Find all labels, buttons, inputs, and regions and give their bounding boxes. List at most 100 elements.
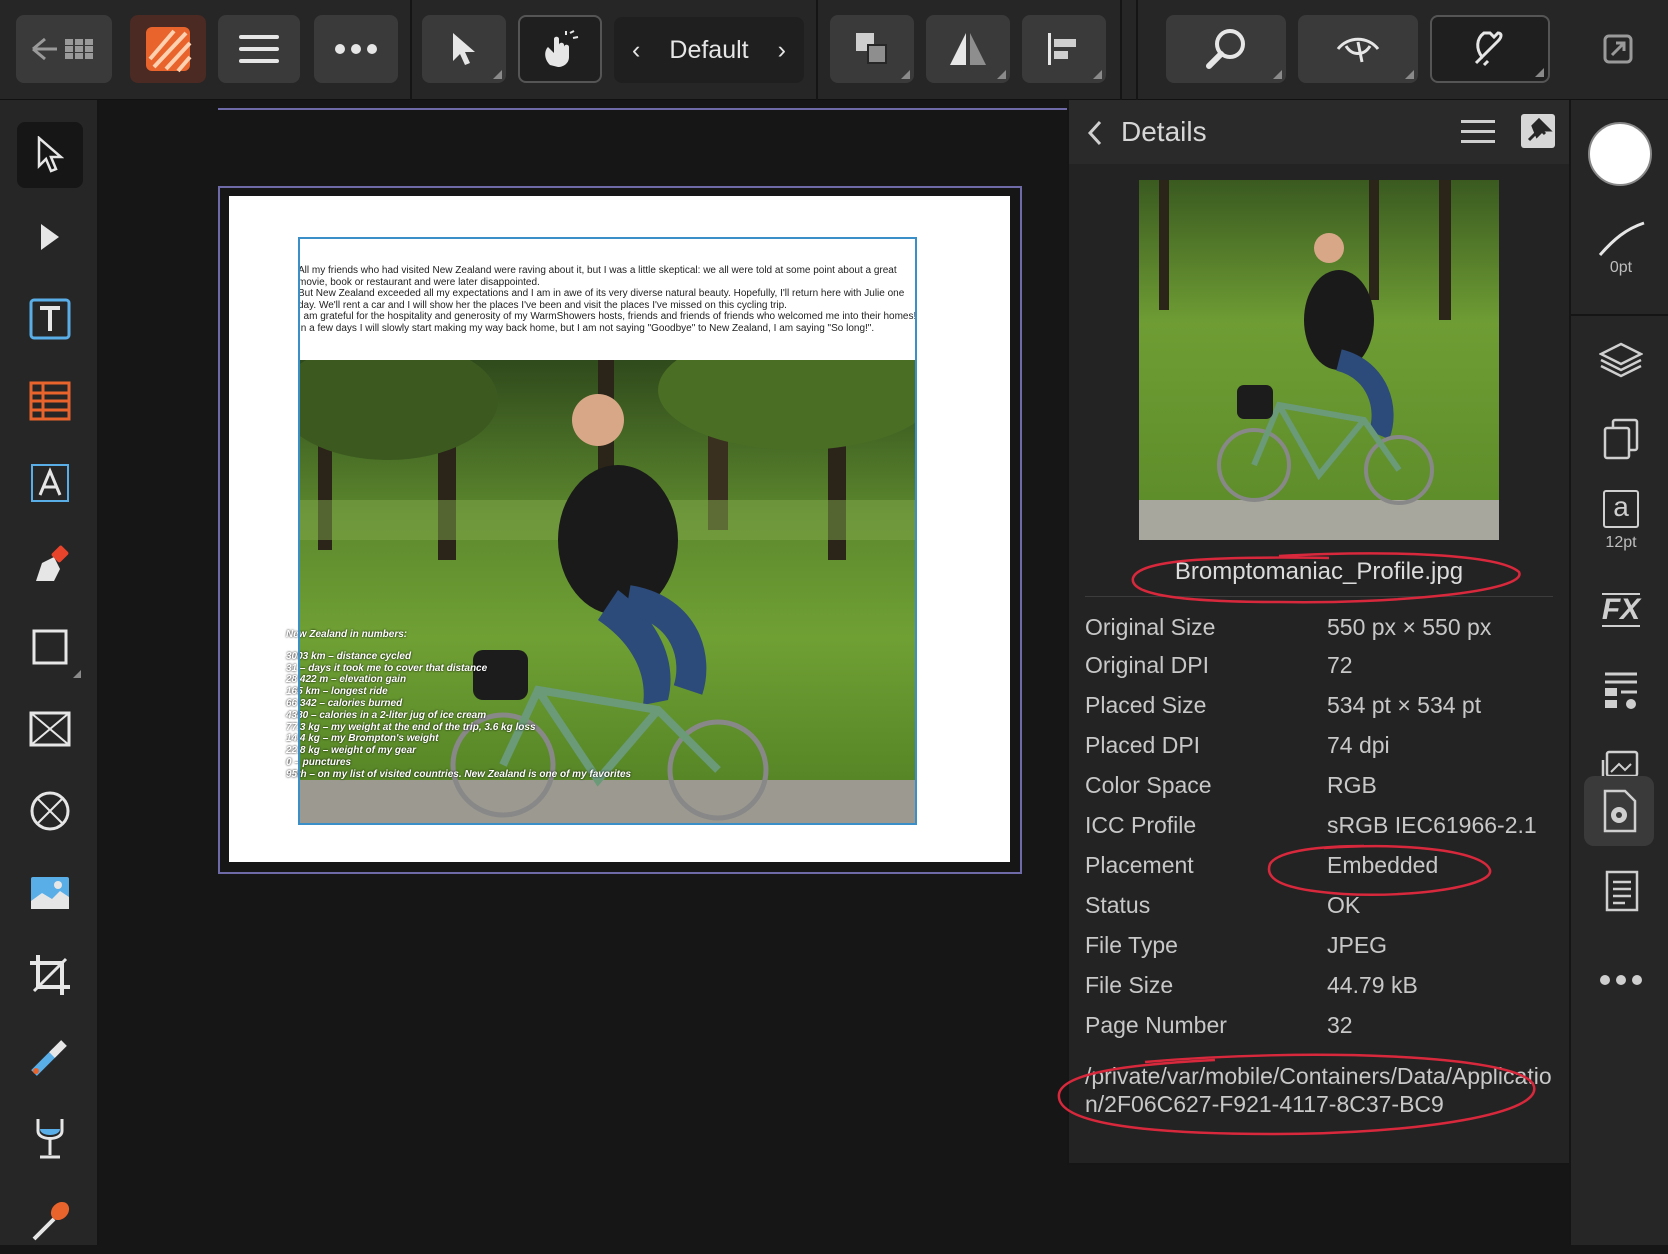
more-options-button[interactable] bbox=[314, 15, 398, 83]
stroke-width-control[interactable]: 0pt bbox=[1591, 208, 1651, 288]
studio-panel-bar: 0pt a 12pt FX bbox=[1569, 100, 1668, 1245]
brush-stroke-icon bbox=[1598, 221, 1645, 256]
row-key: Placement bbox=[1085, 852, 1194, 878]
artistic-text-icon bbox=[31, 464, 69, 502]
align-button[interactable] bbox=[1022, 15, 1106, 83]
text-size-label: 12pt bbox=[1605, 534, 1637, 551]
picture-frame-ellipse-tool[interactable] bbox=[17, 778, 83, 844]
fill-tool[interactable] bbox=[17, 1106, 83, 1172]
row-key: Page Number bbox=[1085, 1012, 1227, 1038]
table-icon bbox=[29, 381, 71, 421]
row-key: Original Size bbox=[1085, 614, 1216, 640]
pen-nib-icon bbox=[36, 545, 69, 581]
tools-panel bbox=[0, 100, 99, 1245]
chevron-right-icon[interactable]: › bbox=[778, 36, 786, 65]
pages-panel-button[interactable] bbox=[1591, 410, 1651, 470]
back-chevron-icon[interactable] bbox=[1087, 120, 1103, 146]
row-key: ICC Profile bbox=[1085, 812, 1197, 838]
row-value: OK bbox=[1327, 892, 1361, 918]
app-logo-button[interactable] bbox=[130, 15, 206, 83]
details-row: Original DPI 72 bbox=[1085, 652, 1555, 688]
details-row: Status OK bbox=[1085, 892, 1555, 928]
text-frame-icon bbox=[29, 298, 71, 340]
move-mode-button[interactable] bbox=[422, 15, 506, 83]
node-tool-arrow-icon bbox=[41, 224, 59, 250]
persona-switcher[interactable]: ‹ Default › bbox=[614, 17, 804, 83]
table-tool[interactable] bbox=[17, 368, 83, 434]
fx-panel-button[interactable]: FX bbox=[1591, 580, 1651, 640]
row-value: 74 dpi bbox=[1327, 732, 1390, 758]
layers-panel-button[interactable] bbox=[1591, 330, 1651, 390]
fullscreen-button[interactable] bbox=[1578, 15, 1658, 83]
details-title: Details bbox=[1121, 116, 1207, 147]
picture-frame-ellipse-icon bbox=[30, 791, 70, 831]
more-panels-button[interactable] bbox=[1591, 950, 1651, 1010]
resource-file-name: Bromptomaniac_Profile.jpg bbox=[1174, 558, 1464, 585]
eye-preview-icon bbox=[1336, 37, 1380, 63]
pen-tool[interactable] bbox=[17, 532, 83, 598]
pin-icon bbox=[1527, 117, 1553, 142]
details-row: Placed Size 534 pt × 534 pt bbox=[1085, 692, 1555, 728]
document-setup-button-active[interactable] bbox=[1584, 776, 1654, 846]
pages-icon bbox=[1603, 418, 1639, 460]
details-row: File Type JPEG bbox=[1085, 932, 1555, 968]
details-row: Color Space RGB bbox=[1085, 772, 1555, 808]
node-tool[interactable] bbox=[17, 204, 83, 270]
color-picker-icon bbox=[31, 1040, 67, 1076]
move-tool[interactable] bbox=[17, 122, 83, 188]
row-value: 44.79 kB bbox=[1327, 972, 1418, 998]
character-panel-button[interactable]: a 12pt bbox=[1591, 490, 1651, 560]
row-value: Embedded bbox=[1327, 852, 1439, 878]
row-value: sRGB IEC61966-2.1 bbox=[1327, 812, 1537, 838]
details-row: ICC Profile sRGB IEC61966-2.1 bbox=[1085, 812, 1555, 848]
row-key: File Type bbox=[1085, 932, 1178, 958]
arrange-button[interactable] bbox=[830, 15, 914, 83]
row-value: 550 px × 550 px bbox=[1327, 614, 1492, 640]
text-frame-panel-button[interactable] bbox=[1591, 862, 1651, 922]
panel-menu-icon[interactable] bbox=[1461, 118, 1495, 146]
flip-button[interactable] bbox=[926, 15, 1010, 83]
selected-frame-outline bbox=[298, 237, 917, 825]
frame-text-tool[interactable] bbox=[17, 286, 83, 352]
details-row: Placed DPI 74 dpi bbox=[1085, 732, 1555, 768]
hamburger-menu-icon bbox=[239, 35, 279, 63]
more-ellipsis-icon bbox=[1600, 975, 1642, 985]
artistic-text-tool[interactable] bbox=[17, 450, 83, 516]
magnet-snapping-icon bbox=[1474, 31, 1503, 67]
persona-label: Default bbox=[669, 35, 749, 64]
stroke-width-label: 0pt bbox=[1609, 259, 1633, 276]
menu-button[interactable] bbox=[218, 15, 300, 83]
rectangle-tool[interactable] bbox=[17, 614, 83, 680]
details-divider bbox=[1085, 596, 1553, 597]
gesture-mode-button[interactable] bbox=[518, 15, 602, 83]
magnifier-icon bbox=[1206, 29, 1245, 69]
expand-icon bbox=[1603, 34, 1633, 64]
back-grid-icon bbox=[32, 37, 93, 61]
previous-spread-edge bbox=[218, 100, 1070, 110]
snapping-button[interactable] bbox=[1430, 15, 1550, 83]
color-picker-tool[interactable] bbox=[17, 1024, 83, 1090]
cyclist-thumbnail-image bbox=[1139, 180, 1499, 540]
chevron-left-icon[interactable]: ‹ bbox=[632, 36, 640, 65]
crop-tool[interactable] bbox=[17, 942, 83, 1008]
back-to-home-button[interactable] bbox=[16, 15, 112, 83]
landscape-image-icon bbox=[31, 877, 69, 909]
row-value: 72 bbox=[1327, 652, 1353, 678]
view-mode-button[interactable] bbox=[1298, 15, 1418, 83]
zoom-button[interactable] bbox=[1166, 15, 1286, 83]
document-canvas[interactable]: All my friends who had visited New Zeala… bbox=[101, 100, 1070, 1245]
pin-button[interactable] bbox=[1521, 114, 1555, 148]
row-value: JPEG bbox=[1327, 932, 1388, 958]
row-key: File Size bbox=[1085, 972, 1174, 998]
resource-file-path: /private/var/mobile/Containers/Data/Appl… bbox=[1085, 1063, 1552, 1117]
place-image-tool[interactable] bbox=[17, 860, 83, 926]
fill-color-swatch[interactable] bbox=[1588, 122, 1652, 186]
brush-tool[interactable] bbox=[17, 1188, 83, 1254]
glass-fill-icon bbox=[36, 1119, 64, 1159]
top-toolbar: ‹ Default › bbox=[0, 0, 1668, 100]
move-tool-arrow-icon bbox=[37, 136, 64, 173]
details-row: Original Size 550 px × 550 px bbox=[1085, 614, 1555, 650]
text-styles-panel-button[interactable] bbox=[1591, 660, 1651, 720]
row-value: RGB bbox=[1327, 772, 1377, 798]
picture-frame-rectangle-tool[interactable] bbox=[17, 696, 83, 762]
